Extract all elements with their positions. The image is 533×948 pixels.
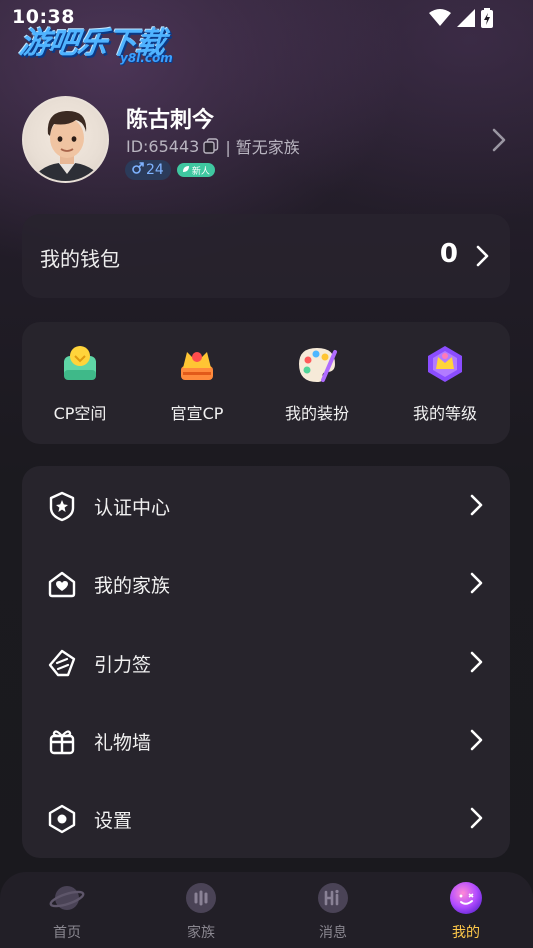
crown-icon xyxy=(175,342,219,386)
feature-my-level[interactable]: 我的等级 xyxy=(390,342,500,424)
menu-item-my-family[interactable]: 我的家族 xyxy=(22,544,510,622)
feature-label: 官宣CP xyxy=(170,404,224,423)
chevron-right-icon xyxy=(470,729,484,755)
planet-icon xyxy=(49,880,85,916)
profile-meta: ID:65443 | 暂无家族 xyxy=(126,134,300,158)
feature-label: 我的装扮 xyxy=(284,404,349,423)
menu-label: 礼物墙 xyxy=(94,732,152,754)
menu-item-verification[interactable]: 认证中心 xyxy=(22,466,510,544)
feature-grid: CP空间 官宣CP 我的装扮 我的等级 xyxy=(22,322,510,444)
gift-icon xyxy=(46,725,78,757)
chevron-right-icon xyxy=(470,651,484,677)
user-id: ID:65443 xyxy=(126,136,200,156)
chevron-right-icon xyxy=(470,807,484,833)
profile-name: 陈古刺今 xyxy=(126,108,215,133)
feature-cp-space[interactable]: CP空间 xyxy=(25,342,135,424)
nav-item-home[interactable]: 首页 xyxy=(22,880,112,942)
nav-item-messages[interactable]: 消息 xyxy=(288,880,378,942)
menu-label: 引力签 xyxy=(94,654,152,676)
status-icons xyxy=(429,8,493,32)
battery-icon xyxy=(481,8,493,32)
nav-label: 我的 xyxy=(452,925,480,941)
wallet-balance: 0 xyxy=(439,239,458,269)
copy-icon[interactable] xyxy=(203,138,219,154)
profile-face-icon xyxy=(448,880,484,916)
menu-label: 我的家族 xyxy=(94,575,171,597)
feature-label: 我的等级 xyxy=(412,404,477,423)
wifi-icon xyxy=(429,9,451,31)
menu-label: 认证中心 xyxy=(94,497,171,519)
nav-label: 消息 xyxy=(319,925,347,941)
avatar-illustration xyxy=(33,110,102,181)
menu-item-settings[interactable]: 设置 xyxy=(22,779,510,857)
chevron-right-icon xyxy=(470,494,484,520)
feature-my-dressup[interactable]: 我的装扮 xyxy=(262,342,372,424)
tag-icon xyxy=(46,647,78,679)
feature-official-cp[interactable]: 官宣CP xyxy=(142,342,252,424)
wallet-card[interactable]: 我的钱包 0 xyxy=(22,214,510,298)
family-icon xyxy=(183,880,219,916)
new-user-badge: 新人 xyxy=(176,163,215,177)
feature-label: CP空间 xyxy=(53,404,107,423)
profile-header[interactable]: 陈古刺今 ID:65443 | 暂无家族 24 新人 xyxy=(22,96,512,188)
hexagon-settings-icon xyxy=(46,803,78,835)
wallet-label: 我的钱包 xyxy=(40,247,120,271)
new-badge-label: 新人 xyxy=(191,166,210,177)
family-status: | 暂无家族 xyxy=(225,138,300,157)
menu-item-gift-wall[interactable]: 礼物墙 xyxy=(22,701,510,779)
leaf-icon xyxy=(182,165,190,176)
chevron-right-icon xyxy=(476,245,490,271)
profile-badges: 24 新人 xyxy=(125,160,215,180)
signal-icon xyxy=(457,9,475,31)
nav-item-family[interactable]: 家族 xyxy=(156,880,246,942)
settings-menu: 认证中心 我的家族 引力签 礼物墙 设置 xyxy=(22,466,510,858)
gender-age-badge: 24 xyxy=(125,160,171,180)
avatar[interactable] xyxy=(22,96,109,183)
message-hi-icon xyxy=(315,880,351,916)
shield-star-icon xyxy=(46,490,78,522)
watermark-domain: y8l.com xyxy=(120,51,173,65)
male-icon xyxy=(132,162,144,178)
watermark-logo: 游吧乐下载 y8l.com xyxy=(16,18,186,66)
home-heart-icon xyxy=(46,568,78,600)
cp-space-icon xyxy=(58,342,102,386)
nav-label: 家族 xyxy=(187,925,215,941)
nav-label: 首页 xyxy=(53,925,81,941)
menu-item-gravity-tag[interactable]: 引力签 xyxy=(22,623,510,701)
level-crown-icon xyxy=(423,342,467,386)
bottom-nav: 首页 家族 消息 我的 xyxy=(0,872,533,948)
chevron-right-icon[interactable] xyxy=(492,128,506,156)
palette-icon xyxy=(295,342,339,386)
profile-screen: 10:38 游吧乐下载 y8l.com 陈古刺今 ID:65443 | 暂无家族… xyxy=(0,0,533,948)
menu-label: 设置 xyxy=(94,810,133,832)
nav-item-mine[interactable]: 我的 xyxy=(421,880,511,942)
age-value: 24 xyxy=(146,162,164,178)
chevron-right-icon xyxy=(470,572,484,598)
